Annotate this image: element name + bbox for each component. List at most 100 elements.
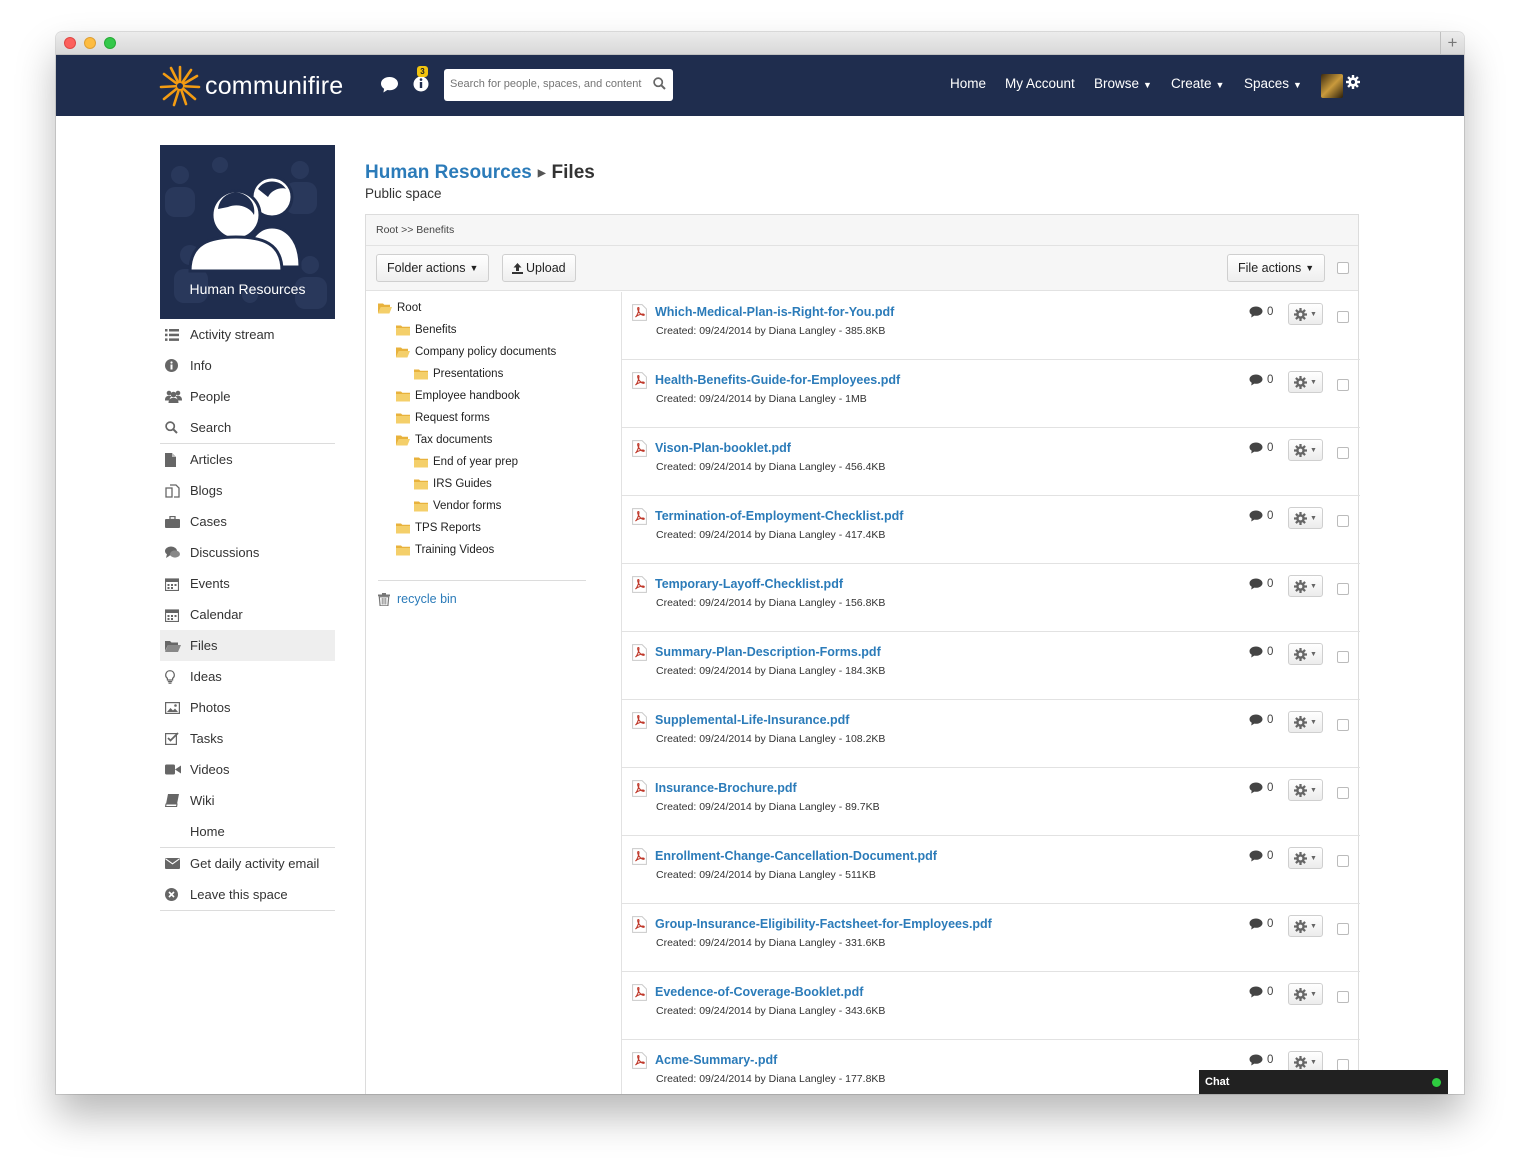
tree-item-tax-documents[interactable]: Tax documents bbox=[396, 434, 492, 446]
file-select-checkbox[interactable] bbox=[1337, 787, 1349, 799]
file-select-checkbox[interactable] bbox=[1337, 379, 1349, 391]
space-breadcrumb-link[interactable]: Human Resources bbox=[365, 162, 532, 183]
select-all-checkbox[interactable] bbox=[1337, 262, 1349, 274]
minimize-window-button[interactable] bbox=[84, 37, 96, 49]
comment-count[interactable]: 0 bbox=[1249, 986, 1273, 998]
sidebar-item-calendar[interactable]: Calendar bbox=[160, 599, 335, 630]
nav-spaces-menu[interactable]: Spaces ▼ bbox=[1244, 76, 1302, 91]
file-settings-button[interactable]: ▼ bbox=[1288, 303, 1323, 325]
file-settings-button[interactable]: ▼ bbox=[1288, 507, 1323, 529]
comment-count[interactable]: 0 bbox=[1249, 918, 1273, 930]
sidebar-item-files[interactable]: Files bbox=[160, 630, 335, 661]
sidebar-item-tasks[interactable]: Tasks bbox=[160, 723, 335, 754]
tree-item-training-videos[interactable]: Training Videos bbox=[396, 544, 494, 556]
file-select-checkbox[interactable] bbox=[1337, 447, 1349, 459]
chat-bubble-icon[interactable] bbox=[380, 76, 399, 94]
gear-icon[interactable] bbox=[1346, 75, 1360, 89]
zoom-window-button[interactable] bbox=[104, 37, 116, 49]
comment-count[interactable]: 0 bbox=[1249, 782, 1273, 794]
tree-item-request-forms[interactable]: Request forms bbox=[396, 412, 490, 424]
file-name-link[interactable]: Summary-Plan-Description-Forms.pdf bbox=[655, 645, 881, 659]
upload-button[interactable]: Upload bbox=[502, 254, 576, 282]
sidebar-item-leave-space[interactable]: Leave this space bbox=[160, 879, 335, 910]
file-name-link[interactable]: Termination-of-Employment-Checklist.pdf bbox=[655, 509, 903, 523]
nav-my-account-link[interactable]: My Account bbox=[1005, 76, 1075, 91]
sidebar-item-search[interactable]: Search bbox=[160, 412, 335, 443]
tree-item-employee-handbook[interactable]: Employee handbook bbox=[396, 390, 520, 402]
sidebar-item-home[interactable]: Home bbox=[160, 816, 335, 847]
tree-item-company-policy[interactable]: Company policy documents bbox=[396, 346, 556, 358]
file-name-link[interactable]: Which-Medical-Plan-is-Right-for-You.pdf bbox=[655, 305, 894, 319]
file-select-checkbox[interactable] bbox=[1337, 719, 1349, 731]
file-settings-button[interactable]: ▼ bbox=[1288, 779, 1323, 801]
file-settings-button[interactable]: ▼ bbox=[1288, 983, 1323, 1005]
file-select-checkbox[interactable] bbox=[1337, 651, 1349, 663]
file-settings-button[interactable]: ▼ bbox=[1288, 711, 1323, 733]
folder-actions-button[interactable]: Folder actions ▼ bbox=[376, 254, 490, 282]
file-name-link[interactable]: Insurance-Brochure.pdf bbox=[655, 781, 797, 795]
tree-item-tps-reports[interactable]: TPS Reports bbox=[396, 522, 481, 534]
tree-item-irs-guides[interactable]: IRS Guides bbox=[414, 478, 492, 490]
search-icon[interactable] bbox=[653, 77, 666, 90]
sidebar-item-events[interactable]: Events bbox=[160, 568, 335, 599]
sidebar-item-daily-email[interactable]: Get daily activity email bbox=[160, 848, 335, 879]
file-name-link[interactable]: Acme-Summary-.pdf bbox=[655, 1053, 777, 1067]
sidebar-item-articles[interactable]: Articles bbox=[160, 444, 335, 475]
file-settings-button[interactable]: ▼ bbox=[1288, 575, 1323, 597]
tree-item-end-of-year[interactable]: End of year prep bbox=[414, 456, 518, 468]
file-name-link[interactable]: Vison-Plan-booklet.pdf bbox=[655, 441, 791, 455]
file-name-link[interactable]: Health-Benefits-Guide-for-Employees.pdf bbox=[655, 373, 900, 387]
file-settings-button[interactable]: ▼ bbox=[1288, 915, 1323, 937]
sidebar-item-info[interactable]: Info bbox=[160, 350, 335, 381]
file-select-checkbox[interactable] bbox=[1337, 855, 1349, 867]
file-select-checkbox[interactable] bbox=[1337, 991, 1349, 1003]
comment-count[interactable]: 0 bbox=[1249, 306, 1273, 318]
recycle-bin-link[interactable]: recycle bin bbox=[378, 592, 457, 606]
comment-count[interactable]: 0 bbox=[1249, 714, 1273, 726]
search-input[interactable] bbox=[444, 69, 644, 99]
space-card[interactable]: Human Resources bbox=[160, 145, 335, 319]
comment-count[interactable]: 0 bbox=[1249, 578, 1273, 590]
sidebar-item-activity-stream[interactable]: Activity stream bbox=[160, 319, 335, 350]
file-select-checkbox[interactable] bbox=[1337, 583, 1349, 595]
file-name-link[interactable]: Supplemental-Life-Insurance.pdf bbox=[655, 713, 849, 727]
nav-create-menu[interactable]: Create ▼ bbox=[1171, 76, 1224, 91]
file-settings-button[interactable]: ▼ bbox=[1288, 371, 1323, 393]
file-settings-button[interactable]: ▼ bbox=[1288, 439, 1323, 461]
sidebar-item-blogs[interactable]: Blogs bbox=[160, 475, 335, 506]
file-actions-button[interactable]: File actions ▼ bbox=[1227, 254, 1326, 282]
file-select-checkbox[interactable] bbox=[1337, 923, 1349, 935]
sidebar-item-discussions[interactable]: Discussions bbox=[160, 537, 335, 568]
sidebar-item-cases[interactable]: Cases bbox=[160, 506, 335, 537]
comment-count[interactable]: 0 bbox=[1249, 1054, 1273, 1066]
file-select-checkbox[interactable] bbox=[1337, 515, 1349, 527]
new-tab-button[interactable]: + bbox=[1440, 32, 1464, 54]
file-name-link[interactable]: Temporary-Layoff-Checklist.pdf bbox=[655, 577, 843, 591]
sidebar-item-photos[interactable]: Photos bbox=[160, 692, 335, 723]
user-avatar[interactable] bbox=[1321, 74, 1343, 98]
file-settings-button[interactable]: ▼ bbox=[1288, 847, 1323, 869]
nav-home-link[interactable]: Home bbox=[950, 76, 986, 91]
sidebar-item-ideas[interactable]: Ideas bbox=[160, 661, 335, 692]
comment-count[interactable]: 0 bbox=[1249, 442, 1273, 454]
nav-browse-menu[interactable]: Browse ▼ bbox=[1094, 76, 1152, 91]
comment-count[interactable]: 0 bbox=[1249, 510, 1273, 522]
comment-count[interactable]: 0 bbox=[1249, 646, 1273, 658]
tree-item-root[interactable]: Root bbox=[378, 302, 421, 314]
sidebar-item-videos[interactable]: Videos bbox=[160, 754, 335, 785]
close-window-button[interactable] bbox=[64, 37, 76, 49]
file-name-link[interactable]: Evedence-of-Coverage-Booklet.pdf bbox=[655, 985, 863, 999]
tree-item-vendor-forms[interactable]: Vendor forms bbox=[414, 500, 501, 512]
sidebar-item-people[interactable]: People bbox=[160, 381, 335, 412]
comment-count[interactable]: 0 bbox=[1249, 850, 1273, 862]
file-settings-button[interactable]: ▼ bbox=[1288, 643, 1323, 665]
file-name-link[interactable]: Group-Insurance-Eligibility-Factsheet-fo… bbox=[655, 917, 992, 931]
chat-bar[interactable]: Chat bbox=[1199, 1070, 1448, 1094]
sidebar-item-wiki[interactable]: Wiki bbox=[160, 785, 335, 816]
logo[interactable]: communifire bbox=[159, 64, 343, 108]
file-select-checkbox[interactable] bbox=[1337, 311, 1349, 323]
file-name-link[interactable]: Enrollment-Change-Cancellation-Document.… bbox=[655, 849, 937, 863]
tree-item-benefits[interactable]: Benefits bbox=[396, 324, 457, 336]
tree-item-presentations[interactable]: Presentations bbox=[414, 368, 503, 380]
comment-count[interactable]: 0 bbox=[1249, 374, 1273, 386]
